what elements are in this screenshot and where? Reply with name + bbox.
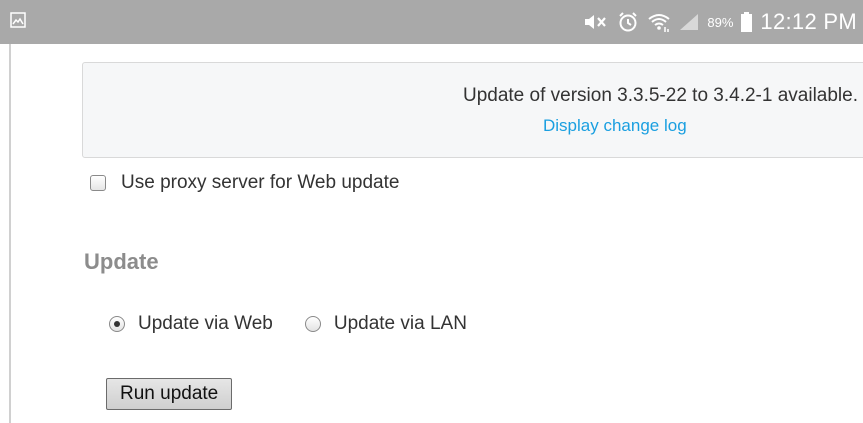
gallery-icon <box>10 12 26 28</box>
battery-percent: 89% <box>707 14 734 30</box>
update-via-web-label: Update via Web <box>138 313 273 334</box>
wifi-icon <box>647 11 671 33</box>
status-icons: 89% 12:12 PM <box>583 0 857 44</box>
update-via-web-radio[interactable] <box>109 316 125 332</box>
update-method-group: Update via Web Update via LAN <box>109 313 467 335</box>
status-clock: 12:12 PM <box>760 9 857 34</box>
update-via-web-option[interactable]: Update via Web <box>109 313 273 335</box>
update-via-lan-radio[interactable] <box>304 316 321 332</box>
update-via-lan-option[interactable]: Update via LAN <box>304 313 467 335</box>
battery-icon <box>741 12 753 32</box>
update-available-message: Update of version 3.3.5-22 to 3.4.2-1 av… <box>462 85 858 106</box>
display-change-log-link[interactable]: Display change log <box>543 116 687 136</box>
signal-icon <box>679 13 699 31</box>
proxy-checkbox[interactable] <box>90 175 106 191</box>
page-border <box>9 44 11 423</box>
proxy-option[interactable]: Use proxy server for Web update <box>90 172 399 194</box>
alarm-icon <box>617 11 639 33</box>
update-section-heading: Update <box>84 249 159 274</box>
proxy-label: Use proxy server for Web update <box>121 172 400 193</box>
update-via-lan-label: Update via LAN <box>333 313 467 334</box>
status-bar: 89% 12:12 PM <box>0 0 863 44</box>
update-notice-box: Update of version 3.3.5-22 to 3.4.2-1 av… <box>82 62 863 158</box>
mute-icon <box>583 12 609 32</box>
run-update-button[interactable]: Run update <box>106 378 233 410</box>
